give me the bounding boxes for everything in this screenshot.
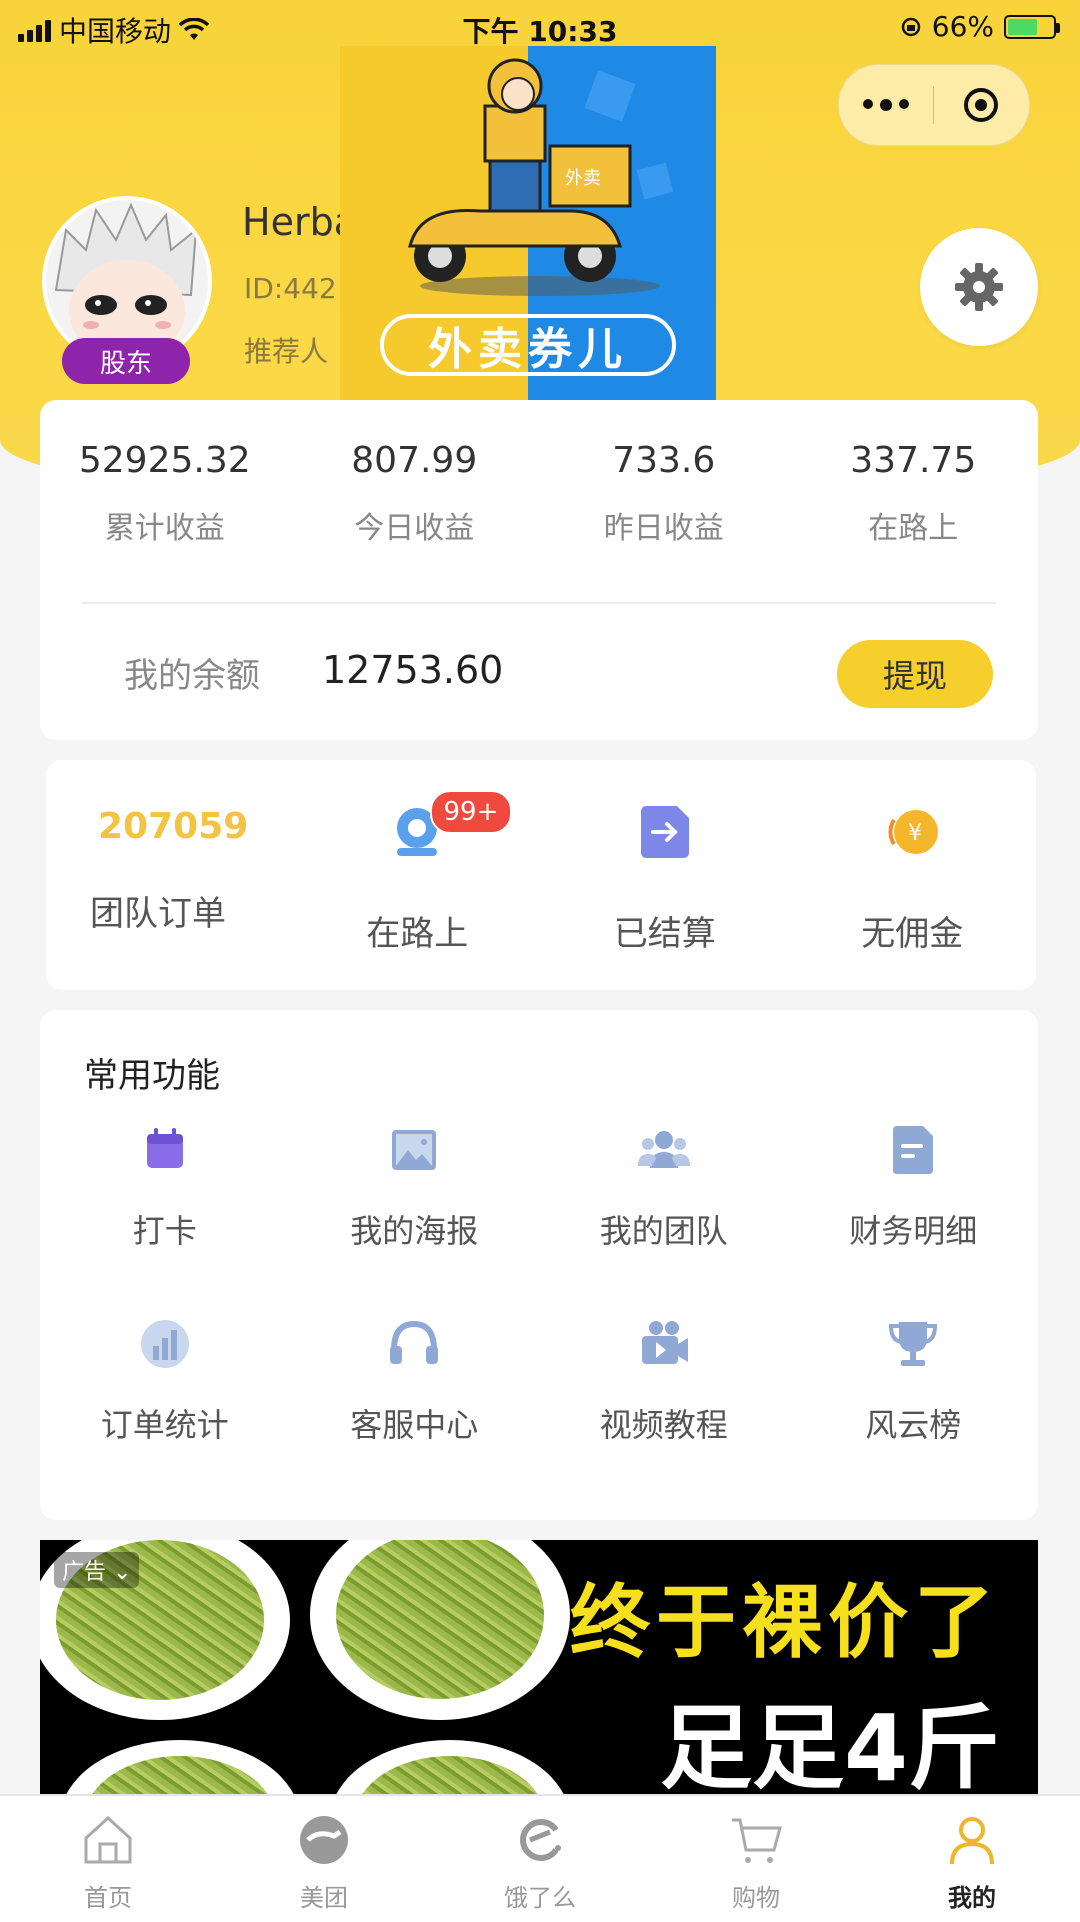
tab-meituan[interactable]: 美团 bbox=[216, 1796, 432, 1922]
function-label: 客服中心 bbox=[350, 1406, 479, 1444]
gear-icon bbox=[955, 263, 1003, 311]
order-status-label: 在路上 bbox=[366, 914, 469, 954]
orders-no-commission[interactable]: ¥ 无佣金 bbox=[789, 760, 1037, 990]
document-icon bbox=[893, 1126, 934, 1174]
tab-eleme[interactable]: 饿了么 bbox=[432, 1796, 648, 1922]
function-customer-service[interactable]: 客服中心 bbox=[290, 1314, 540, 1446]
banner-subheadline: 足足4斤 bbox=[660, 1695, 1001, 1794]
rotation-lock-icon bbox=[901, 17, 921, 36]
image-icon bbox=[392, 1130, 437, 1170]
close-miniprogram-icon[interactable] bbox=[934, 88, 1028, 122]
eleme-icon bbox=[520, 1819, 561, 1861]
ad-slogan: 外卖券儿 bbox=[380, 314, 676, 376]
stat-label: 累计收益 bbox=[104, 511, 225, 546]
stat-today[interactable]: 807.99 今日收益 bbox=[290, 440, 540, 547]
divider bbox=[82, 602, 996, 604]
withdraw-button[interactable]: 提现 bbox=[837, 640, 993, 708]
orders-on-the-way[interactable]: 99+ 在路上 bbox=[294, 760, 542, 990]
person-icon bbox=[950, 1817, 994, 1865]
function-label: 我的团队 bbox=[599, 1212, 728, 1250]
stat-value: 733.6 bbox=[612, 440, 716, 481]
overlay-sticker: 外卖 外卖券儿 bbox=[340, 46, 716, 422]
tab-home[interactable]: 首页 bbox=[0, 1796, 216, 1922]
orders-settled[interactable]: 已结算 bbox=[541, 760, 789, 990]
referrer-label: 推荐人 bbox=[244, 335, 329, 368]
stat-total[interactable]: 52925.32 累计收益 bbox=[40, 440, 290, 547]
tea-bowl bbox=[60, 1740, 300, 1794]
tab-label: 饿了么 bbox=[504, 1884, 576, 1912]
section-title: 常用功能 bbox=[84, 1056, 220, 1096]
function-leaderboard[interactable]: 风云榜 bbox=[789, 1314, 1039, 1446]
no-commission-icon: ¥ bbox=[888, 810, 939, 854]
trophy-icon bbox=[889, 1322, 938, 1366]
team-icon bbox=[637, 1131, 690, 1168]
team-order-count: 207059 bbox=[98, 806, 249, 847]
stat-value: 807.99 bbox=[351, 440, 478, 481]
stat-value: 52925.32 bbox=[78, 440, 251, 481]
balance-value: 12753.60 bbox=[322, 648, 504, 692]
stat-value: 337.75 bbox=[850, 440, 977, 481]
ad-tag[interactable]: 广告 ⌄ bbox=[54, 1552, 140, 1588]
home-icon bbox=[84, 1815, 132, 1864]
function-order-stats[interactable]: 订单统计 bbox=[40, 1314, 290, 1446]
team-order-label: 团队订单 bbox=[90, 894, 226, 934]
banner-headline: 终于裸价了 bbox=[570, 1576, 1000, 1669]
bar-chart-icon bbox=[140, 1320, 189, 1368]
more-icon[interactable] bbox=[839, 99, 933, 111]
ad-banner[interactable]: 广告 ⌄ 终于裸价了 足足4斤 bbox=[40, 1540, 1038, 1794]
stat-pending[interactable]: 337.75 在路上 bbox=[789, 440, 1039, 547]
team-orders[interactable]: 207059 团队订单 bbox=[46, 760, 294, 990]
delivery-box-label: 外卖 bbox=[565, 168, 601, 189]
functions-card: 常用功能 打卡 我的海报 我的团队 财务明细 订单统计 客服中心 视频教程 风云… bbox=[40, 1010, 1038, 1520]
function-finance[interactable]: 财务明细 bbox=[789, 1120, 1039, 1252]
balance-label: 我的余额 bbox=[124, 656, 260, 696]
meituan-icon bbox=[300, 1816, 348, 1864]
calendar-icon bbox=[146, 1128, 183, 1168]
miniprogram-capsule bbox=[838, 64, 1030, 146]
count-badge: 99+ bbox=[429, 790, 513, 834]
stat-label: 昨日收益 bbox=[603, 511, 724, 546]
orders-card: 207059 团队订单 99+ 在路上 已结算 ¥ 无佣金 bbox=[46, 760, 1036, 990]
battery-percent: 66% bbox=[931, 10, 994, 43]
stat-label: 今日收益 bbox=[354, 511, 475, 546]
settled-icon bbox=[640, 806, 689, 858]
tea-bowl bbox=[330, 1740, 570, 1794]
order-status-label: 无佣金 bbox=[861, 914, 964, 954]
tab-bar: 首页 美团 饿了么 购物 我的 bbox=[0, 1794, 1080, 1922]
tab-label: 购物 bbox=[732, 1884, 780, 1912]
function-check-in[interactable]: 打卡 bbox=[40, 1120, 290, 1252]
stat-label: 在路上 bbox=[868, 511, 959, 546]
role-badge: 股东 bbox=[62, 338, 190, 384]
tab-shopping[interactable]: 购物 bbox=[648, 1796, 864, 1922]
function-label: 财务明细 bbox=[849, 1212, 978, 1250]
tab-mine[interactable]: 我的 bbox=[864, 1796, 1080, 1922]
function-label: 打卡 bbox=[132, 1212, 197, 1250]
function-team[interactable]: 我的团队 bbox=[539, 1120, 789, 1252]
tab-label: 我的 bbox=[948, 1884, 996, 1912]
order-status-label: 已结算 bbox=[613, 914, 716, 954]
tab-label: 美团 bbox=[300, 1884, 348, 1912]
user-id: ID:442 bbox=[244, 272, 337, 305]
earnings-card: 52925.32 累计收益 807.99 今日收益 733.6 昨日收益 337… bbox=[40, 400, 1038, 740]
settings-button[interactable] bbox=[920, 228, 1038, 346]
function-label: 我的海报 bbox=[350, 1212, 479, 1250]
function-video-tutorial[interactable]: 视频教程 bbox=[539, 1314, 789, 1446]
cart-icon bbox=[732, 1818, 782, 1863]
stat-yesterday[interactable]: 733.6 昨日收益 bbox=[539, 440, 789, 547]
battery-icon bbox=[1004, 14, 1060, 39]
function-label: 风云榜 bbox=[865, 1406, 962, 1444]
svg-text:¥: ¥ bbox=[908, 821, 922, 846]
function-poster[interactable]: 我的海报 bbox=[290, 1120, 540, 1252]
headset-icon bbox=[390, 1320, 439, 1364]
video-icon bbox=[641, 1321, 688, 1364]
tea-bowl bbox=[310, 1540, 570, 1720]
function-label: 订单统计 bbox=[100, 1406, 229, 1444]
function-label: 视频教程 bbox=[599, 1406, 728, 1444]
tab-label: 首页 bbox=[84, 1884, 132, 1912]
